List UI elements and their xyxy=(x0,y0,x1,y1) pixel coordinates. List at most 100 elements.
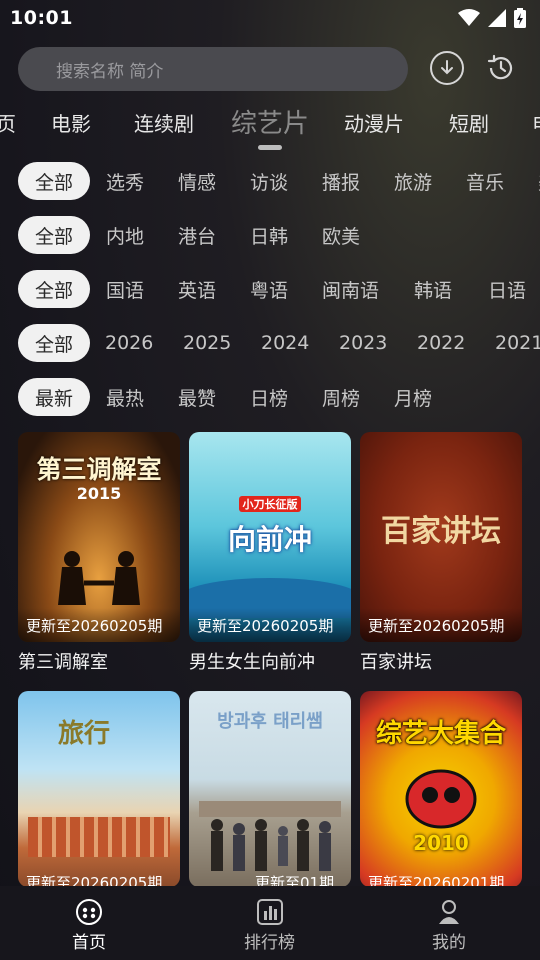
sort-most-liked[interactable]: 最赞 xyxy=(178,378,216,416)
update-label: 更新至20260205期 xyxy=(368,617,505,635)
chart-icon xyxy=(256,899,283,925)
filter-year-2021[interactable]: 2021 xyxy=(495,324,540,362)
filter-lang-all[interactable]: 全部 xyxy=(18,270,90,308)
video-card[interactable]: 小刀长征版 向前冲 更新至20260205期 男生女生向前冲 xyxy=(189,432,351,674)
filter-type-talent[interactable]: 选秀 xyxy=(106,162,144,200)
filter-year-2024[interactable]: 2024 xyxy=(261,324,309,362)
video-card[interactable]: 第三调解室 2015 更新至20260205期 第三调解室 xyxy=(18,432,180,674)
filter-year-2026[interactable]: 2026 xyxy=(105,324,153,362)
filter-type-music[interactable]: 音乐 xyxy=(466,162,504,200)
signal-icon xyxy=(488,9,506,27)
poster-image: 第三调解室 2015 更新至20260205期 xyxy=(18,432,180,642)
tab-movies[interactable]: 电影 xyxy=(51,108,91,137)
filter-lang-japanese[interactable]: 日语 xyxy=(488,270,526,308)
filter-region-all[interactable]: 全部 xyxy=(18,216,90,254)
video-card[interactable]: 百家讲坛 更新至20260205期 百家讲坛 xyxy=(360,432,522,674)
filter-year-2022[interactable]: 2022 xyxy=(417,324,465,362)
update-label: 更新至01期 xyxy=(255,874,335,887)
poster-art-text: 第三调解室 xyxy=(36,455,162,484)
filter-lang-english[interactable]: 英语 xyxy=(178,270,216,308)
filter-row-sort: 最新 最热 最赞 日榜 周榜 月榜 xyxy=(0,378,540,418)
filter-year-all[interactable]: 全部 xyxy=(18,324,90,362)
filter-row-language: 全部 国语 英语 粤语 闽南语 韩语 日语 xyxy=(0,270,540,310)
nav-profile[interactable]: 我的 xyxy=(432,898,466,953)
tab-short-drama[interactable]: 短剧 xyxy=(449,108,489,137)
poster-art-text: 방과후 태리쌤 xyxy=(217,711,323,732)
poster-art-sub: 小刀长征版 xyxy=(239,496,301,512)
gamepad-icon xyxy=(76,899,102,925)
sort-latest[interactable]: 最新 xyxy=(18,378,90,416)
sort-daily[interactable]: 日榜 xyxy=(250,378,288,416)
card-title: 男生女生向前冲 xyxy=(189,652,315,673)
search-row: 搜索名称 简介 xyxy=(18,46,528,92)
mascot-art xyxy=(405,769,477,829)
poster-image: 百家讲坛 更新至20260205期 xyxy=(360,432,522,642)
poster-image: 旅行 更新至20260205期 xyxy=(18,691,180,887)
bottom-nav: 首页 排行榜 我的 xyxy=(0,886,540,960)
people-art xyxy=(211,819,331,871)
poster-art-text: 旅行 xyxy=(58,719,111,749)
status-icons xyxy=(458,8,526,28)
profile-icon xyxy=(439,900,459,924)
update-label: 更新至20260205期 xyxy=(197,617,334,635)
poster-art-sub: 2015 xyxy=(76,484,122,503)
tab-variety[interactable]: 综艺片 xyxy=(231,103,309,140)
nav-profile-label: 我的 xyxy=(432,933,466,953)
nav-home-label: 首页 xyxy=(72,933,106,953)
filter-row-type: 全部 选秀 情感 访谈 播报 旅游 音乐 美 xyxy=(0,162,540,202)
nav-ranking[interactable]: 排行榜 xyxy=(244,898,295,953)
card-title: 百家讲坛 xyxy=(360,652,432,673)
video-card[interactable]: 综艺大集合 2010 更新至20260201期 xyxy=(360,691,522,887)
tab-indicator xyxy=(258,145,282,150)
search-placeholder: 搜索名称 简介 xyxy=(56,61,164,82)
filter-region-mainland[interactable]: 内地 xyxy=(106,216,144,254)
poster-art-text: 向前冲 xyxy=(227,523,312,556)
filter-lang-cantonese[interactable]: 粤语 xyxy=(250,270,288,308)
tab-series[interactable]: 连续剧 xyxy=(134,108,194,137)
tab-partial-left[interactable]: 页 xyxy=(0,108,16,137)
filter-type-travel[interactable]: 旅游 xyxy=(394,162,432,200)
sort-weekly[interactable]: 周榜 xyxy=(322,378,360,416)
filter-lang-minnan[interactable]: 闽南语 xyxy=(322,270,379,308)
search-input[interactable]: 搜索名称 简介 xyxy=(18,47,408,91)
filter-row-year: 全部 2026 2025 2024 2023 2022 2021 xyxy=(0,324,540,364)
sort-monthly[interactable]: 月榜 xyxy=(394,378,432,416)
update-label: 更新至20260201期 xyxy=(368,874,505,887)
card-title: 第三调解室 xyxy=(18,652,108,673)
filter-region-hktw[interactable]: 港台 xyxy=(178,216,216,254)
battery-icon xyxy=(514,8,526,28)
filter-row-region: 全部 内地 港台 日韩 欧美 xyxy=(0,216,540,256)
sort-hottest[interactable]: 最热 xyxy=(106,378,144,416)
video-card[interactable]: 방과후 태리쌤 更新至01期 xyxy=(189,691,351,887)
filter-year-2025[interactable]: 2025 xyxy=(183,324,231,362)
download-button[interactable] xyxy=(430,51,464,85)
filter-region-euus[interactable]: 欧美 xyxy=(322,216,360,254)
poster-art-sub: 2010 xyxy=(413,831,469,855)
wifi-icon xyxy=(458,9,480,26)
history-button[interactable] xyxy=(484,51,518,85)
poster-image: 小刀长征版 向前冲 更新至20260205期 xyxy=(189,432,351,642)
nav-home[interactable]: 首页 xyxy=(72,898,106,953)
filter-type-romance[interactable]: 情感 xyxy=(178,162,216,200)
filter-region-jpkr[interactable]: 日韩 xyxy=(250,216,288,254)
tab-partial-right[interactable]: 电 xyxy=(532,108,540,137)
filter-type-news[interactable]: 播报 xyxy=(322,162,360,200)
filter-year-2023[interactable]: 2023 xyxy=(339,324,387,362)
silhouette-art xyxy=(58,551,140,605)
filter-lang-mandarin[interactable]: 国语 xyxy=(106,270,144,308)
rooftop-art xyxy=(28,817,170,857)
poster-art-text: 百家讲坛 xyxy=(381,514,501,549)
poster-image: 방과후 태리쌤 更新至01期 xyxy=(189,691,351,887)
update-label: 更新至20260205期 xyxy=(26,617,163,635)
status-bar: 10:01 xyxy=(0,0,540,36)
filter-lang-korean[interactable]: 韩语 xyxy=(414,270,452,308)
filter-type-all[interactable]: 全部 xyxy=(18,162,90,200)
history-icon xyxy=(487,54,513,80)
tab-anime[interactable]: 动漫片 xyxy=(344,108,404,137)
video-card[interactable]: 旅行 更新至20260205期 xyxy=(18,691,180,887)
poster-image: 综艺大集合 2010 更新至20260201期 xyxy=(360,691,522,887)
update-label: 更新至20260205期 xyxy=(26,874,163,887)
filter-type-talk[interactable]: 访谈 xyxy=(250,162,288,200)
status-time: 10:01 xyxy=(10,7,73,29)
category-tabs: 页 电影 连续剧 综艺片 动漫片 短剧 电 xyxy=(0,100,540,150)
